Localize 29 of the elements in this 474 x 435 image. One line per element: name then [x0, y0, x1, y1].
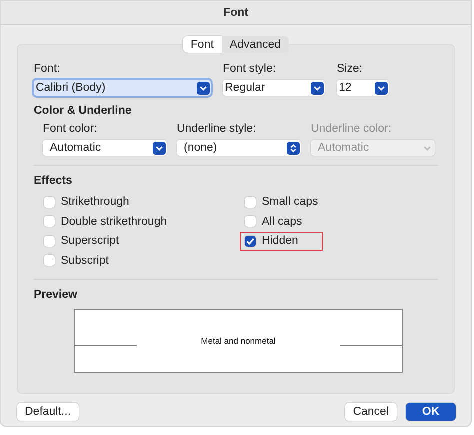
- dialog-button[interactable]: OK: [406, 403, 456, 421]
- field-label: Underline style:: [177, 123, 258, 135]
- dialog-button[interactable]: Default...: [17, 403, 80, 421]
- field-label: Font:: [34, 63, 62, 75]
- chevron-down-icon: [197, 82, 210, 94]
- chevron-down-icon: [311, 82, 324, 94]
- stepper-icon: [287, 142, 300, 154]
- field-label: Font style:: [223, 63, 278, 75]
- dropdown[interactable]: Regular: [223, 80, 325, 96]
- checkbox-option[interactable]: Subscript: [39, 252, 244, 270]
- section-heading: Effects: [34, 175, 74, 187]
- window-title: Font: [224, 6, 248, 18]
- checkmark-icon: [245, 236, 256, 247]
- chevron-down-icon: [375, 82, 388, 94]
- field-label: Underline color:: [311, 123, 393, 135]
- section-heading: Preview: [34, 289, 78, 301]
- checkbox-option[interactable]: Hidden: [240, 232, 324, 250]
- dropdown[interactable]: 12: [337, 80, 389, 96]
- preview-text: Metal and nonmetal: [201, 336, 276, 346]
- chevron-down-icon: [153, 142, 166, 154]
- tab[interactable]: Font: [182, 36, 222, 53]
- tab[interactable]: Advanced: [222, 36, 290, 53]
- field-label: Font color:: [43, 123, 98, 135]
- dropdown[interactable]: (none): [177, 140, 301, 156]
- dropdown[interactable]: Automatic: [43, 140, 167, 156]
- dialog-button[interactable]: Cancel: [345, 403, 397, 421]
- dropdown[interactable]: Calibri (Body): [34, 80, 211, 96]
- section-heading: Color & Underline: [34, 105, 133, 117]
- field-label: Size:: [337, 63, 364, 75]
